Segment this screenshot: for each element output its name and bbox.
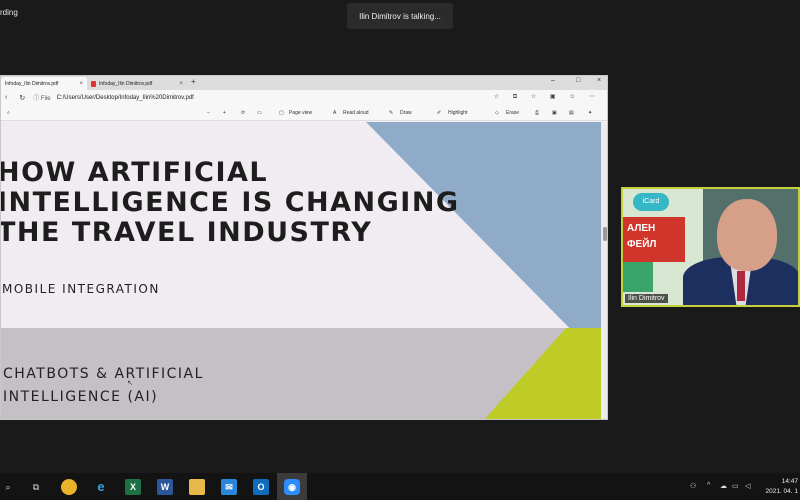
- maximize-icon[interactable]: □: [576, 77, 580, 84]
- people-icon[interactable]: ⚇: [690, 482, 696, 490]
- cloud-icon[interactable]: ☁: [720, 482, 727, 490]
- erase-icon: ◇: [495, 110, 499, 116]
- scroll-thumb[interactable]: [603, 227, 607, 241]
- slide-title: HOW ARTIFICIAL INTELLIGENCE IS CHANGING …: [1, 158, 460, 248]
- banner-line: ФЕЙЛ: [627, 239, 657, 250]
- pin-icon[interactable]: ✦: [588, 110, 592, 116]
- page-view-button[interactable]: Page view: [289, 110, 312, 116]
- address-bar: ‹ ↻ ⓘ File C:/Users/User/Desktop/Infoday…: [1, 90, 607, 105]
- highlight-button[interactable]: Highlight: [448, 110, 467, 116]
- page-view-icon: ▢: [279, 110, 284, 116]
- tab-title: Infoday_Ilin Dimitrov.pdf: [5, 80, 59, 87]
- tab-bar: Infoday_Ilin Dimitrov.pdf × Infoday_Ilin…: [1, 76, 607, 90]
- search-icon[interactable]: ⌕: [7, 110, 10, 116]
- windows-taskbar: ⌕ ⧉ e X W ✉ O ◉ ⚇ ^ ☁ ▭ ◁ 14:47 2021. 04…: [0, 473, 800, 500]
- minimize-icon[interactable]: –: [551, 77, 555, 84]
- volume-icon[interactable]: ◁: [745, 482, 750, 490]
- bullet-chatbots-ai: CHATBOTS & ARTIFICIAL INTELLIGENCE (AI): [3, 363, 204, 409]
- clock[interactable]: 14:47 2021. 04. 1: [762, 477, 798, 497]
- close-window-icon[interactable]: ×: [597, 77, 601, 84]
- search-icon[interactable]: ⌕: [0, 479, 16, 495]
- banner-text: АЛЕН ФЕЙЛ: [623, 217, 685, 262]
- close-icon[interactable]: ×: [179, 81, 183, 87]
- participant-video[interactable]: iCard АЛЕН ФЕЙЛ Ilin Dimitrov: [621, 187, 800, 307]
- chrome-icon[interactable]: [61, 479, 77, 495]
- tab-pdf-inactive[interactable]: Infoday_Ilin Dimitrov.pdf ×: [87, 77, 187, 90]
- taskview-icon[interactable]: ⧉: [28, 479, 44, 495]
- title-line: INTELLIGENCE IS CHANGING: [1, 187, 460, 218]
- draw-icon: ✎: [389, 110, 394, 116]
- url-field[interactable]: C:/Users/User/Desktop/Infoday_Ilin%20Dim…: [57, 95, 194, 101]
- fit-icon[interactable]: ▭: [257, 110, 262, 116]
- recording-label: rding: [0, 8, 18, 17]
- highlight-icon: ✐: [437, 110, 442, 116]
- browser-toolbar-icons[interactable]: ☆ ⧉ ☆ ▣ ☺ ⋯: [494, 93, 601, 101]
- zoom-in-button[interactable]: +: [223, 110, 226, 116]
- clock-time: 14:47: [781, 478, 798, 485]
- shared-browser-window: Infoday_Ilin Dimitrov.pdf × Infoday_Ilin…: [0, 75, 608, 420]
- word-icon[interactable]: W: [157, 479, 173, 495]
- erase-button[interactable]: Erase: [506, 110, 519, 116]
- read-aloud-icon: A: [333, 110, 337, 116]
- pdf-toolbar: ⌕ − + ⟳ ▭ ▢ Page view A Read aloud ✎ Dra…: [1, 105, 607, 121]
- talking-indicator: Ilin Dimitrov is talking...: [347, 3, 453, 29]
- edge-icon[interactable]: e: [93, 479, 109, 495]
- outlook-icon[interactable]: O: [253, 479, 269, 495]
- new-tab-button[interactable]: +: [191, 77, 196, 86]
- zoom-meeting-screen: rding Ilin Dimitrov is talking... Infoda…: [0, 0, 800, 500]
- participant-name: Ilin Dimitrov: [625, 294, 668, 303]
- bullet-mobile-integration: MOBILE INTEGRATION: [2, 282, 160, 296]
- save-icon[interactable]: ▣: [552, 110, 557, 116]
- close-icon[interactable]: ×: [79, 81, 83, 87]
- zoom-icon[interactable]: ◉: [284, 479, 300, 495]
- pdf-scrollbar[interactable]: [601, 122, 607, 419]
- title-line: THE TRAVEL INDUSTRY: [1, 217, 373, 248]
- back-icon[interactable]: ‹: [5, 94, 7, 101]
- speaker-head: [717, 199, 777, 271]
- tab-title: Infoday_Ilin Dimitrov.pdf: [99, 80, 153, 87]
- mouse-cursor-icon: ↖: [127, 380, 133, 387]
- banner-line: АЛЕН: [627, 223, 656, 234]
- bullet-line: CHATBOTS & ARTIFICIAL: [3, 366, 204, 382]
- title-line: HOW ARTIFICIAL: [1, 157, 269, 188]
- chevron-up-icon[interactable]: ^: [707, 482, 710, 489]
- refresh-icon[interactable]: ↻: [19, 94, 25, 102]
- address-prefix: File: [40, 96, 51, 102]
- pdf-document: HOW ARTIFICIAL INTELLIGENCE IS CHANGING …: [1, 122, 601, 419]
- mail-icon[interactable]: ✉: [221, 479, 237, 495]
- bullet-line: INTELLIGENCE (AI): [3, 389, 159, 405]
- excel-icon[interactable]: X: [125, 479, 141, 495]
- info-icon[interactable]: ⓘ File: [33, 93, 50, 102]
- banner-logo: iCard: [633, 193, 669, 211]
- read-aloud-button[interactable]: Read aloud: [343, 110, 369, 116]
- rotate-icon[interactable]: ⟳: [241, 110, 245, 116]
- save-as-icon[interactable]: ▤: [569, 110, 574, 116]
- tab-pdf-active[interactable]: Infoday_Ilin Dimitrov.pdf ×: [1, 77, 87, 90]
- zoom-out-button[interactable]: −: [207, 110, 210, 116]
- battery-icon[interactable]: ▭: [732, 482, 739, 490]
- banner-graphic: [623, 262, 653, 292]
- clock-date: 2021. 04. 1: [765, 488, 798, 495]
- speaker-tie: [737, 271, 745, 301]
- print-icon[interactable]: ⎙: [535, 110, 539, 116]
- explorer-icon[interactable]: [189, 479, 205, 495]
- draw-button[interactable]: Draw: [400, 110, 412, 116]
- pdf-icon: [91, 80, 96, 87]
